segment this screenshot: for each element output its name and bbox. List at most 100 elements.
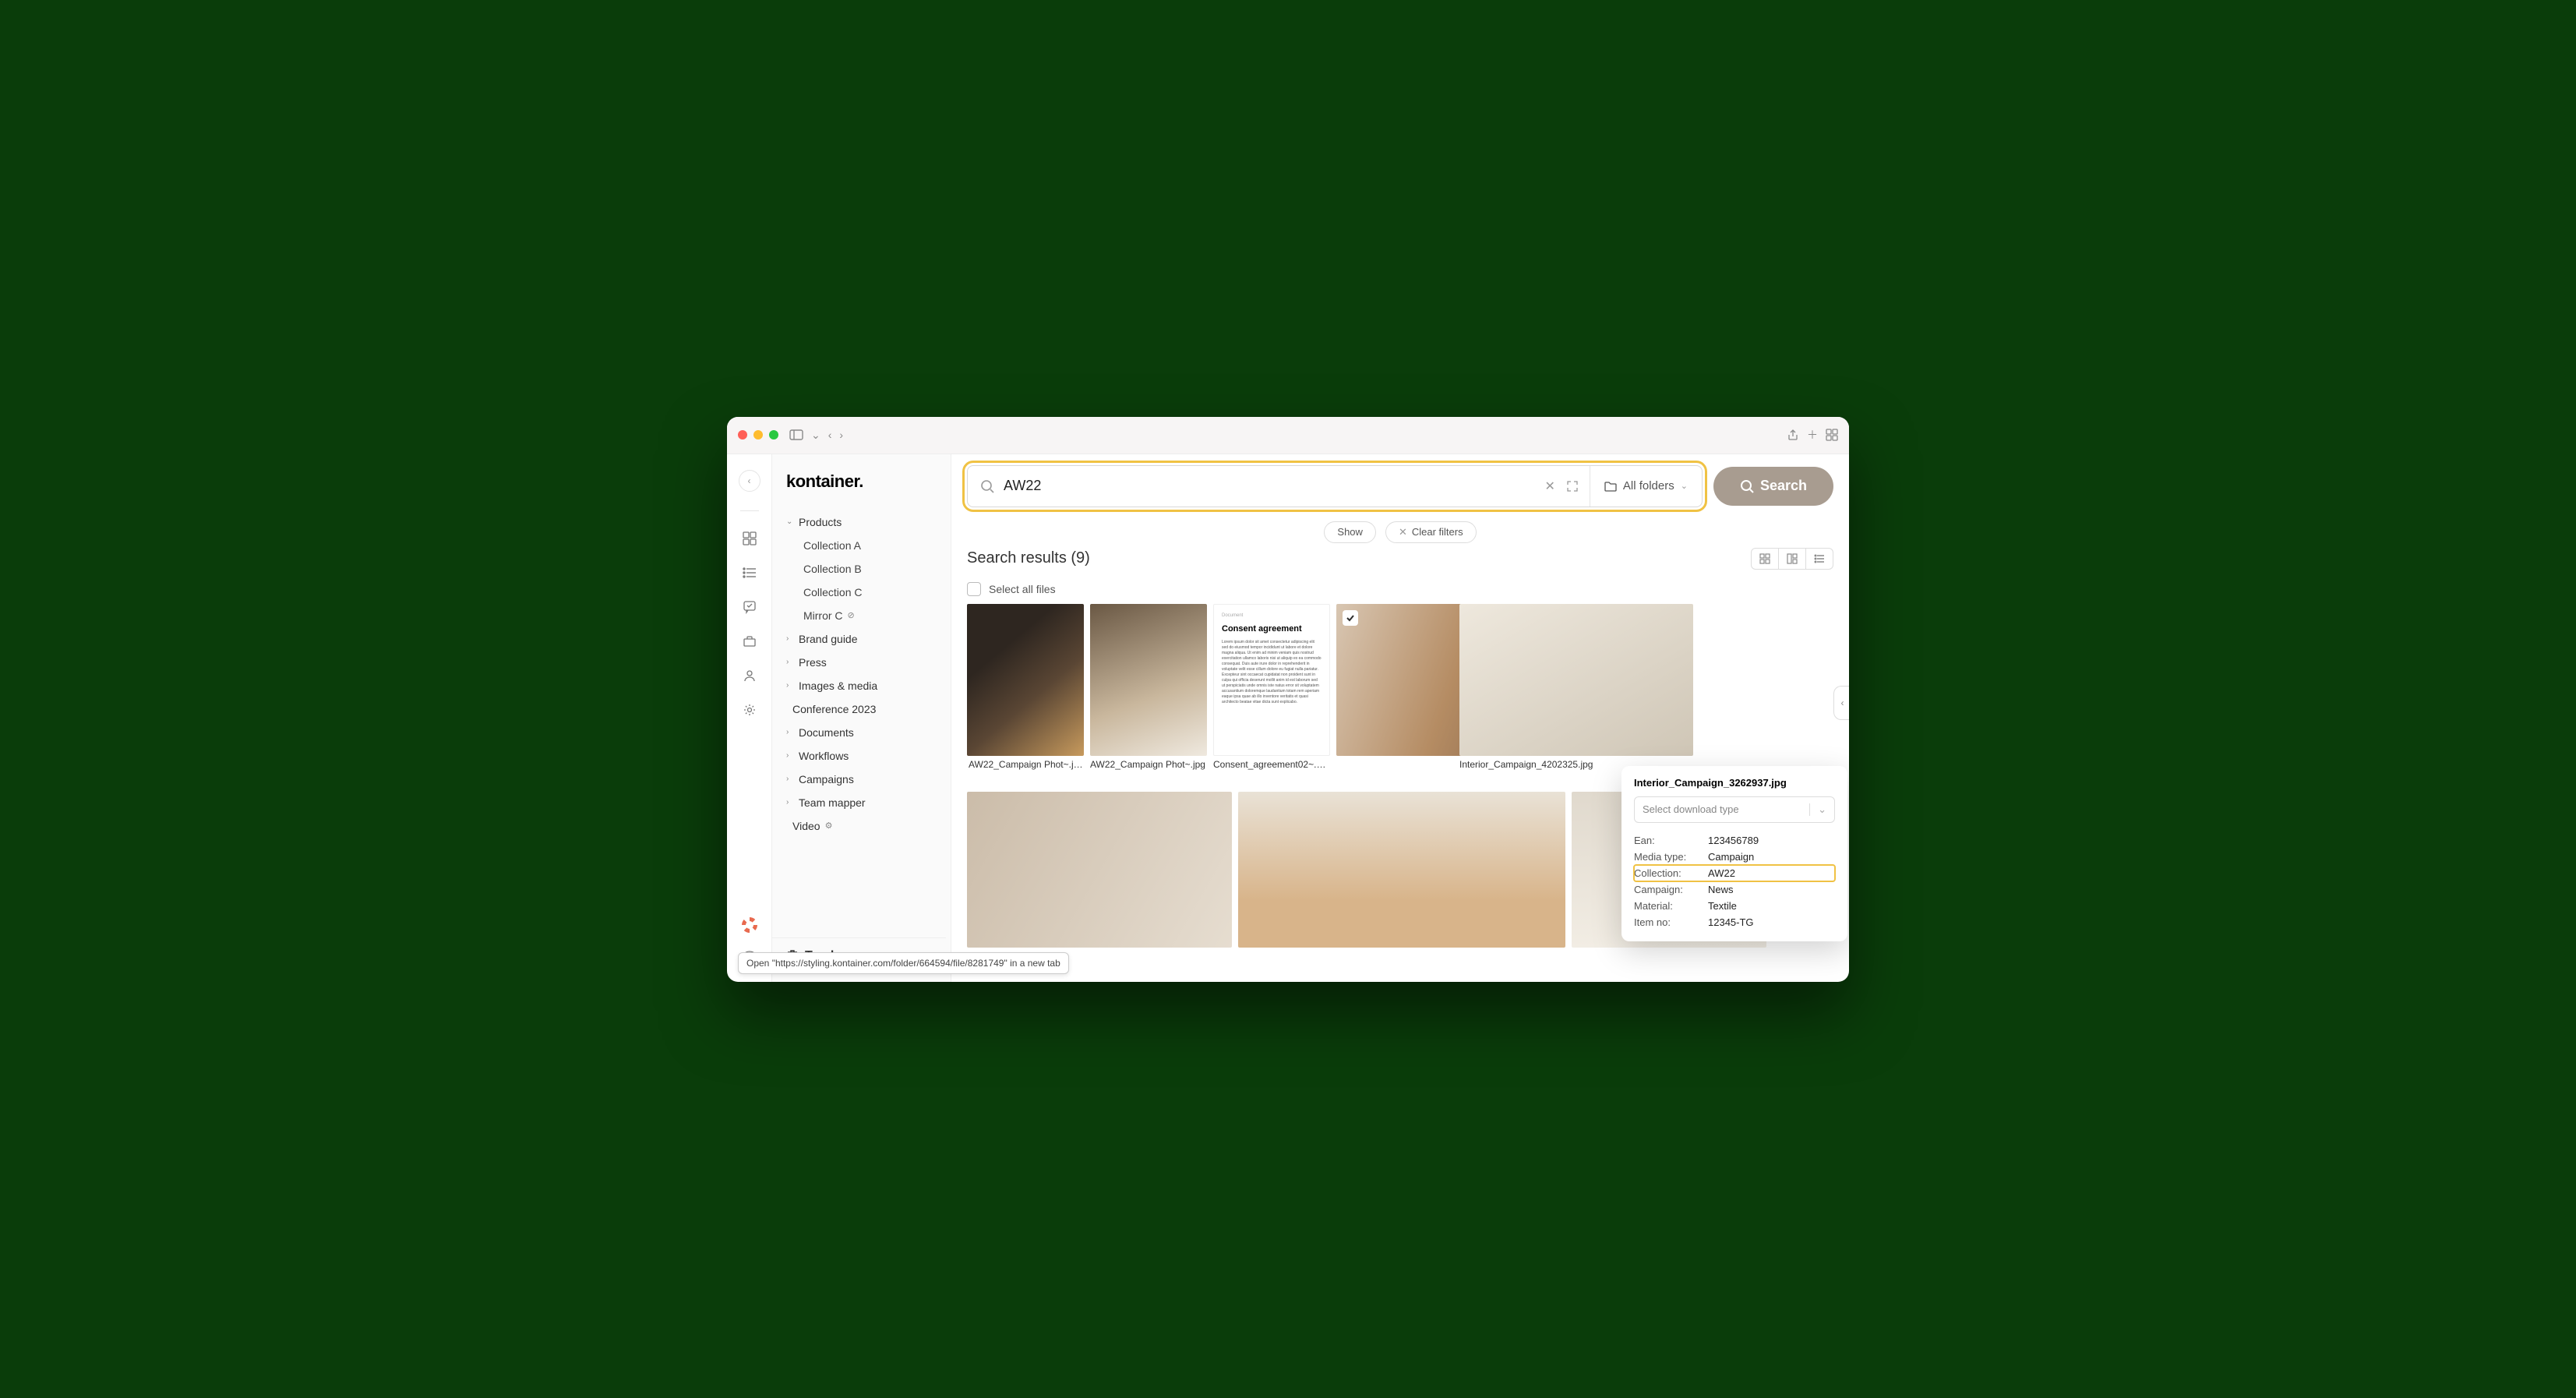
view-grid-small-icon[interactable] bbox=[1752, 549, 1778, 569]
metadata-list: Ean:123456789Media type:CampaignCollecti… bbox=[1634, 832, 1835, 930]
share-icon[interactable] bbox=[1787, 429, 1799, 441]
user-icon[interactable] bbox=[741, 667, 758, 684]
tabs-overview-icon[interactable] bbox=[1826, 429, 1838, 441]
file-thumbnail: DocumentConsent agreementLorem ipsum dol… bbox=[1213, 604, 1330, 756]
sidebar-item[interactable]: ›Campaigns bbox=[772, 768, 946, 791]
sidebar-item[interactable]: Video ⚙ bbox=[772, 814, 946, 838]
chevron-icon: › bbox=[786, 751, 794, 760]
status-tooltip: Open "https://styling.kontainer.com/fold… bbox=[738, 952, 1069, 974]
scope-label: All folders bbox=[1623, 479, 1674, 492]
sidebar-item[interactable]: › Workflows bbox=[772, 744, 946, 768]
select-all-checkbox[interactable] bbox=[967, 582, 981, 596]
expand-icon[interactable] bbox=[1566, 480, 1579, 492]
clear-search-icon[interactable]: ✕ bbox=[1544, 478, 1554, 494]
file-tile[interactable]: AW22_Campaign Phot~.jpg bbox=[1090, 604, 1207, 770]
list-icon[interactable] bbox=[741, 564, 758, 581]
close-window-button[interactable] bbox=[738, 430, 747, 440]
select-all-row[interactable]: Select all files bbox=[967, 582, 1833, 596]
sidebar-item[interactable]: ⌄ Products bbox=[772, 510, 946, 534]
chevron-down-icon: ⌄ bbox=[1681, 481, 1688, 491]
sidebar-item-label: Team mapper bbox=[799, 796, 866, 809]
chevron-icon: › bbox=[786, 798, 794, 807]
sidebar-item[interactable]: Conference 2023 bbox=[772, 697, 946, 721]
sidebar-item-label: Images & media bbox=[799, 680, 877, 692]
chat-icon[interactable] bbox=[741, 598, 758, 616]
clear-filters-button[interactable]: ✕Clear filters bbox=[1385, 521, 1477, 543]
sidebar-item[interactable]: ›Press bbox=[772, 651, 946, 674]
metadata-row: Item no:12345-TG bbox=[1634, 914, 1835, 930]
filter-pills: Show ✕Clear filters bbox=[967, 521, 1833, 543]
search-icon bbox=[1740, 479, 1754, 493]
metadata-key: Media type: bbox=[1634, 851, 1708, 863]
file-name: AW22_Campaign Phot~.jpg bbox=[967, 759, 1084, 770]
chevron-icon: › bbox=[786, 728, 794, 736]
collapse-sidebar-button[interactable]: ‹ bbox=[739, 470, 760, 492]
briefcase-icon[interactable] bbox=[741, 633, 758, 650]
sidebar-item-label: Collection C bbox=[803, 586, 862, 598]
sidebar-item-label: Conference 2023 bbox=[792, 703, 876, 715]
folder-sidebar: kontainer. ⌄ProductsCollection ACollecti… bbox=[772, 454, 951, 982]
metadata-key: Campaign: bbox=[1634, 884, 1708, 895]
sidebar-item[interactable]: Collection C bbox=[772, 581, 946, 604]
new-tab-icon[interactable]: ＋ bbox=[1807, 427, 1818, 443]
maximize-window-button[interactable] bbox=[769, 430, 778, 440]
main-panel: ✕ All folders ⌄ Search Show ✕Clear fil bbox=[951, 454, 1849, 982]
forward-icon[interactable]: › bbox=[839, 429, 843, 441]
view-list-icon[interactable] bbox=[1805, 549, 1833, 569]
help-icon[interactable] bbox=[741, 916, 758, 934]
sidebar-item-label: Collection A bbox=[803, 539, 861, 552]
sidebar-item[interactable]: Collection B bbox=[772, 557, 946, 581]
chevron-icon: › bbox=[786, 634, 794, 643]
sidebar-item-label: Products bbox=[799, 516, 842, 528]
gear-icon[interactable] bbox=[741, 701, 758, 718]
sidebar-item-label: Documents bbox=[799, 726, 854, 739]
search-icon bbox=[980, 479, 994, 493]
search-scope-dropdown[interactable]: All folders ⌄ bbox=[1590, 466, 1702, 507]
show-filters-button[interactable]: Show bbox=[1324, 521, 1376, 543]
file-details-popover: Interior_Campaign_3262937.jpg Select dow… bbox=[1621, 766, 1847, 941]
metadata-value: 123456789 bbox=[1708, 835, 1759, 846]
sidebar-toggle-icon[interactable] bbox=[789, 429, 803, 440]
dashboard-icon[interactable] bbox=[741, 530, 758, 547]
right-panel-handle[interactable]: ‹ bbox=[1833, 686, 1849, 720]
chevron-icon: ⌄ bbox=[786, 517, 794, 526]
sidebar-item-label: Press bbox=[799, 656, 827, 669]
sidebar-item-label: Video bbox=[792, 820, 820, 832]
sidebar-item[interactable]: › Team mapper bbox=[772, 791, 946, 814]
folder-tree: ⌄ Products Collection A Collection B Collect… bbox=[772, 510, 946, 937]
selected-checkbox[interactable] bbox=[1343, 610, 1358, 626]
file-thumbnail bbox=[1090, 604, 1207, 756]
sidebar-item[interactable]: › Documents bbox=[772, 721, 946, 744]
chevron-down-icon[interactable]: ⌄ bbox=[811, 429, 820, 442]
metadata-row: Ean:123456789 bbox=[1634, 832, 1835, 849]
file-thumbnail[interactable] bbox=[1238, 792, 1565, 948]
view-toggle bbox=[1751, 548, 1833, 570]
view-grid-large-icon[interactable] bbox=[1778, 549, 1805, 569]
window-controls bbox=[738, 430, 778, 440]
sidebar-item-label: Campaigns bbox=[799, 773, 854, 785]
sidebar-item-label: Collection B bbox=[803, 563, 862, 575]
metadata-value: News bbox=[1708, 884, 1734, 895]
search-box: ✕ All folders ⌄ bbox=[967, 465, 1703, 507]
file-thumbnail bbox=[1459, 604, 1693, 756]
search-input[interactable] bbox=[1004, 478, 1532, 494]
back-icon[interactable]: ‹ bbox=[828, 429, 832, 441]
minimize-window-button[interactable] bbox=[753, 430, 763, 440]
results-grid: AW22_Campaign Phot~.jpg AW22_Campaign Pho… bbox=[967, 604, 1833, 778]
browser-window: ⌄ ‹ › ＋ ‹ kontainer. ⌄Produ bbox=[727, 417, 1849, 982]
file-tile[interactable]: Interior_Campaign_4202325.jpg bbox=[1459, 604, 1693, 770]
file-tile[interactable]: DocumentConsent agreementLorem ipsum dol… bbox=[1213, 604, 1330, 770]
file-tile[interactable]: AW22_Campaign Phot~.jpg bbox=[967, 604, 1084, 770]
sidebar-item[interactable]: › Images & media bbox=[772, 674, 946, 697]
metadata-key: Collection: bbox=[1634, 867, 1708, 879]
sidebar-item[interactable]: Mirror C ⊘ bbox=[772, 604, 946, 627]
sidebar-item[interactable]: Collection A bbox=[772, 534, 946, 557]
sidebar-item-label: Workflows bbox=[799, 750, 849, 762]
close-icon: ✕ bbox=[1399, 526, 1407, 538]
search-button[interactable]: Search bbox=[1713, 467, 1833, 506]
file-thumbnail[interactable] bbox=[967, 792, 1232, 948]
download-type-placeholder: Select download type bbox=[1643, 803, 1739, 815]
download-type-select[interactable]: Select download type ⌄ bbox=[1634, 796, 1835, 823]
chevron-icon: › bbox=[786, 681, 794, 690]
sidebar-item[interactable]: ›Brand guide bbox=[772, 627, 946, 651]
